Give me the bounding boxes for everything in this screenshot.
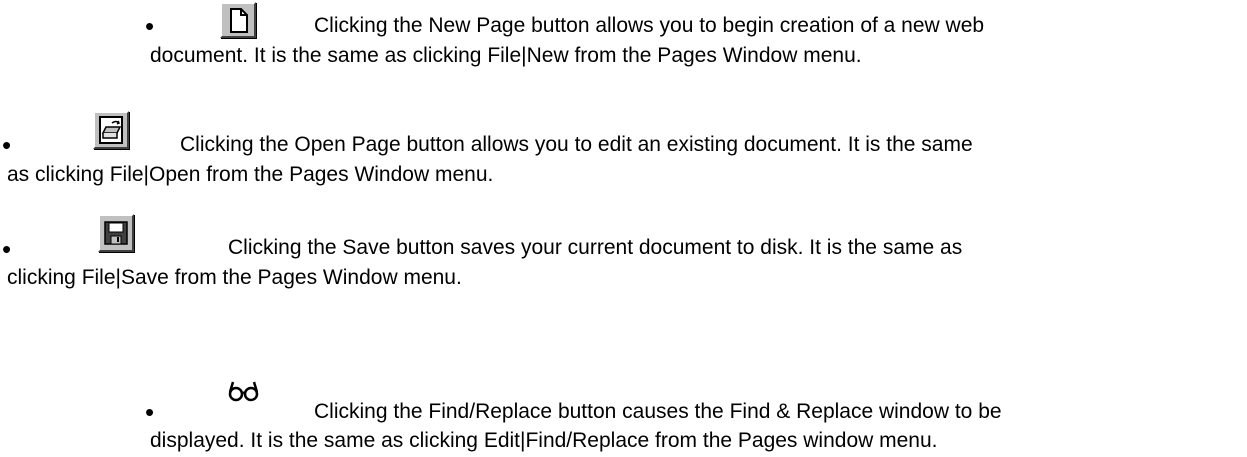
- item-text-line1: Clicking the Find/Replace button causes …: [314, 400, 1002, 423]
- item-text-line2: document. It is the same as clicking Fil…: [150, 44, 862, 67]
- item-text-line2: displayed. It is the same as clicking Ed…: [150, 429, 938, 452]
- eyeglasses-icon: [227, 378, 261, 404]
- new-page-icon: [220, 2, 256, 38]
- open-folder-icon: [93, 111, 129, 149]
- bullet: •: [145, 11, 155, 41]
- floppy-disk-icon: [98, 214, 134, 252]
- bullet: •: [145, 397, 155, 427]
- item-text-line1: Clicking the New Page button allows you …: [314, 14, 985, 37]
- item-text-line2: clicking File|Save from the Pages Window…: [7, 266, 462, 289]
- bullet: •: [2, 130, 12, 160]
- item-text-line2: as clicking File|Open from the Pages Win…: [7, 163, 494, 186]
- item-text-line1: Clicking the Open Page button allows you…: [180, 133, 973, 156]
- item-text-line1: Clicking the Save button saves your curr…: [228, 236, 963, 259]
- bullet: •: [2, 234, 12, 264]
